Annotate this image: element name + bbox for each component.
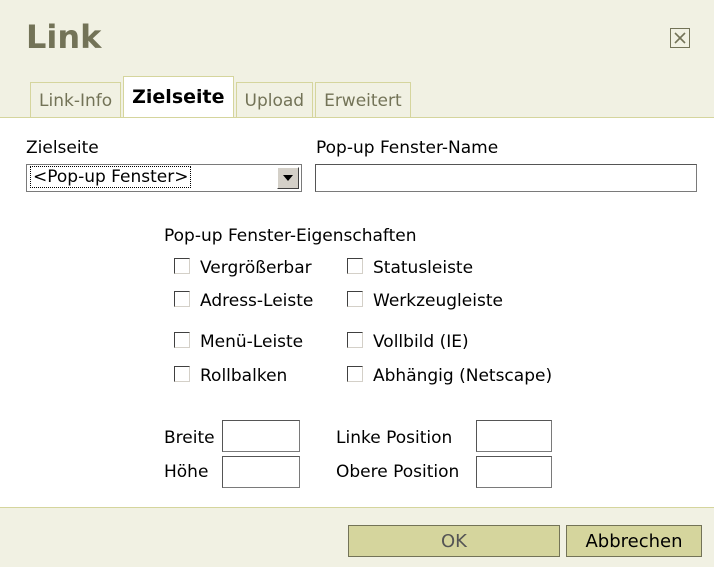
target-select-value: <Pop-up Fenster> (29, 166, 192, 188)
checkbox-addressbar-label: Adress-Leiste (200, 291, 314, 311)
popup-properties-label: Pop-up Fenster-Eigenschaften (164, 226, 417, 246)
checkbox-fullscreen[interactable] (347, 332, 363, 348)
checkbox-dependent-label: Abhängig (Netscape) (373, 366, 553, 386)
checkbox-resizable-label: Vergrößerbar (200, 258, 312, 278)
tab-upload[interactable]: Upload (235, 82, 314, 118)
dialog-title: Link (26, 18, 102, 56)
checkbox-scrollbars[interactable] (174, 366, 190, 382)
checkbox-addressbar[interactable] (174, 291, 190, 307)
checkbox-menubar[interactable] (174, 332, 190, 348)
target-select[interactable]: <Pop-up Fenster> (26, 164, 302, 192)
tab-link-info[interactable]: Link-Info (30, 82, 122, 118)
tab-erweitert[interactable]: Erweitert (315, 82, 411, 118)
popup-name-label: Pop-up Fenster-Name (316, 138, 499, 158)
left-position-input[interactable] (476, 420, 552, 452)
tab-bar: Link-Info Zielseite Upload Erweitert (30, 76, 413, 118)
checkbox-toolbar-label: Werkzeugleiste (373, 291, 503, 311)
height-label: Höhe (164, 462, 209, 482)
close-icon (674, 32, 686, 44)
top-position-label: Obere Position (336, 462, 460, 482)
height-input[interactable] (222, 456, 300, 488)
dropdown-arrow-icon[interactable] (277, 167, 299, 189)
left-position-label: Linke Position (336, 428, 453, 448)
popup-name-input[interactable] (315, 164, 697, 192)
checkbox-statusbar[interactable] (347, 258, 363, 274)
top-position-input[interactable] (476, 456, 552, 488)
checkbox-scrollbars-label: Rollbalken (200, 366, 288, 386)
checkbox-statusbar-label: Statusleiste (373, 258, 474, 278)
ok-button[interactable]: OK (348, 525, 560, 557)
link-dialog: Link Link-Info Zielseite Upload Erweiter… (0, 0, 714, 567)
dialog-header: Link Link-Info Zielseite Upload Erweiter… (0, 0, 714, 118)
width-input[interactable] (222, 420, 300, 452)
checkbox-menubar-label: Menü-Leiste (200, 332, 304, 352)
cancel-button[interactable]: Abbrechen (566, 525, 702, 557)
checkbox-toolbar[interactable] (347, 291, 363, 307)
close-button[interactable] (670, 28, 690, 48)
width-label: Breite (164, 428, 215, 448)
target-label: Zielseite (26, 138, 99, 158)
checkbox-resizable[interactable] (174, 258, 190, 274)
checkbox-dependent[interactable] (347, 366, 363, 382)
tab-zielseite[interactable]: Zielseite (123, 76, 234, 118)
checkbox-fullscreen-label: Vollbild (IE) (373, 332, 469, 352)
